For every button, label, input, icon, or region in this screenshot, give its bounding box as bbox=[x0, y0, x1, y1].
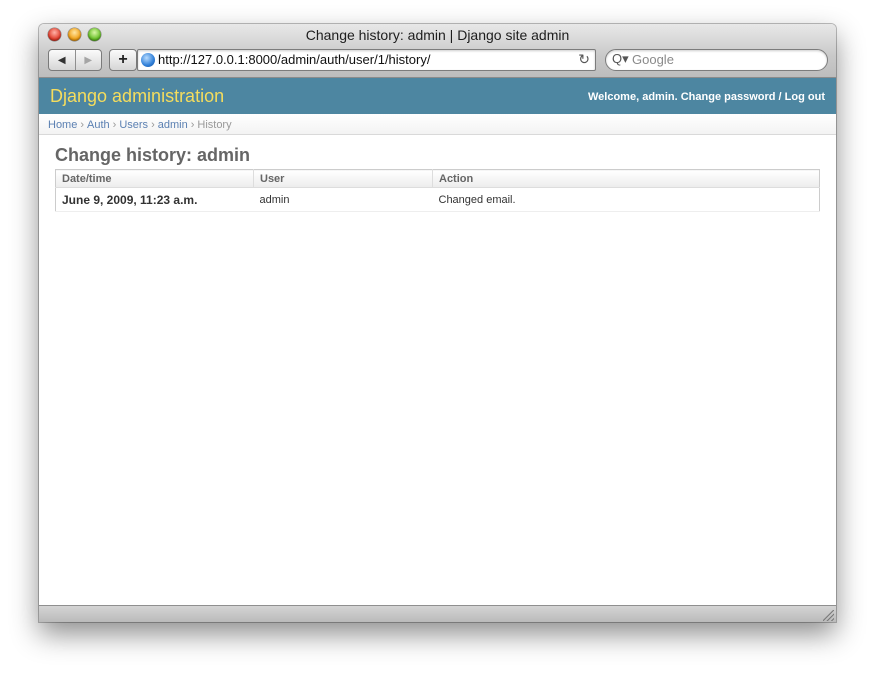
back-button[interactable]: ◀ bbox=[49, 50, 75, 70]
back-arrow-icon: ◀ bbox=[57, 54, 66, 66]
url-text[interactable]: http://127.0.0.1:8000/admin/auth/user/1/… bbox=[158, 52, 430, 67]
cell-datetime: June 9, 2009, 11:23 a.m. bbox=[55, 187, 254, 212]
breadcrumb-current: History bbox=[197, 119, 232, 131]
breadcrumb-users[interactable]: Users bbox=[119, 119, 148, 131]
breadcrumb-admin[interactable]: admin bbox=[158, 119, 188, 131]
plus-icon: + bbox=[118, 51, 128, 68]
forward-button[interactable]: ▶ bbox=[74, 50, 102, 70]
breadcrumb-separator: › bbox=[80, 119, 85, 131]
forward-arrow-icon: ▶ bbox=[84, 54, 93, 66]
column-header-action: Action bbox=[432, 169, 820, 188]
site-branding[interactable]: Django administration bbox=[50, 86, 224, 107]
welcome-period: . bbox=[674, 91, 678, 103]
page-title: Change history: admin bbox=[55, 145, 251, 165]
table-header-row: Date/time User Action bbox=[55, 169, 820, 188]
breadcrumb: Home › Auth › Users › admin › History bbox=[39, 114, 836, 135]
page-content: Django administration Welcome, admin. Ch… bbox=[39, 78, 836, 605]
username: admin bbox=[642, 91, 675, 103]
search-icon[interactable]: Q▾ bbox=[612, 51, 629, 67]
breadcrumb-inner: Home › Auth › Users › admin › History bbox=[48, 119, 232, 131]
column-header-datetime: Date/time bbox=[55, 169, 254, 188]
screen: Change history: admin | Django site admi… bbox=[0, 0, 875, 677]
breadcrumb-separator: › bbox=[190, 119, 195, 131]
user-tools-separator: / bbox=[778, 91, 782, 103]
resize-grip-icon[interactable] bbox=[823, 610, 834, 621]
breadcrumb-separator: › bbox=[151, 119, 155, 131]
window-title: Change history: admin | Django site admi… bbox=[305, 27, 570, 43]
breadcrumb-auth[interactable]: Auth bbox=[87, 119, 110, 131]
breadcrumb-separator: › bbox=[112, 119, 117, 131]
globe-icon bbox=[141, 53, 155, 67]
welcome-text: Welcome, bbox=[587, 91, 640, 103]
table-row: June 9, 2009, 11:23 a.m. admin Changed e… bbox=[55, 187, 820, 212]
add-bookmark-button[interactable]: + bbox=[109, 49, 137, 71]
cell-user: admin bbox=[253, 187, 433, 212]
back-forward-group: ◀ ▶ bbox=[48, 49, 102, 71]
search-field[interactable]: Q▾ bbox=[605, 49, 828, 71]
column-header-user: User bbox=[253, 169, 433, 188]
browser-window: Change history: admin | Django site admi… bbox=[39, 24, 836, 622]
log-out-link[interactable]: Log out bbox=[785, 91, 825, 103]
browser-toolbar: Change history: admin | Django site admi… bbox=[39, 24, 836, 78]
reload-icon[interactable]: ↻ bbox=[578, 51, 590, 68]
status-bar bbox=[39, 605, 836, 622]
change-password-link[interactable]: Change password bbox=[681, 91, 776, 103]
history-table: Date/time User Action June 9, 2009, 11:2… bbox=[55, 169, 820, 212]
django-header: Django administration Welcome, admin. Ch… bbox=[39, 78, 836, 114]
cell-action: Changed email. bbox=[432, 187, 820, 212]
address-bar[interactable]: http://127.0.0.1:8000/admin/auth/user/1/… bbox=[137, 49, 596, 71]
user-tools: Welcome, admin. Change password / Log ou… bbox=[588, 91, 825, 103]
search-input[interactable] bbox=[632, 52, 817, 67]
breadcrumb-home[interactable]: Home bbox=[48, 119, 77, 131]
